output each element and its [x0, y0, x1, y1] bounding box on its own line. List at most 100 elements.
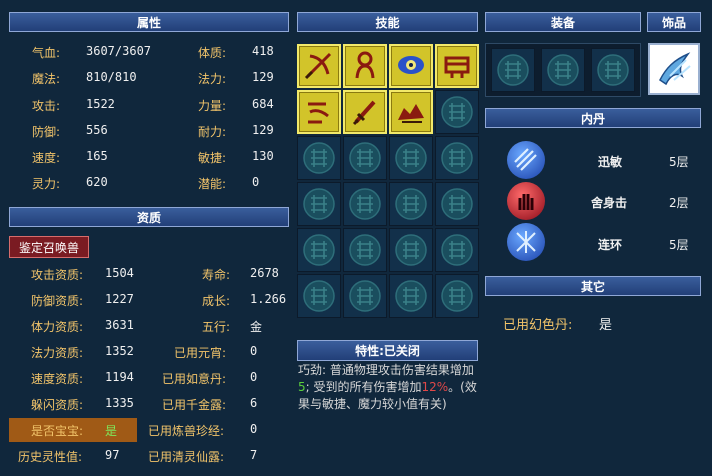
skill-slot-empty[interactable] — [389, 274, 433, 318]
trait-header[interactable]: 特性:已关闭 — [297, 340, 478, 361]
skill-slot-empty[interactable] — [389, 182, 433, 226]
trait-text-a: 巧劲: 普通物理攻击伤害结果增加 — [298, 363, 474, 377]
empty-slot-icon — [348, 279, 382, 313]
skill-slot-empty[interactable] — [435, 136, 479, 180]
aptitude-value: 0 — [250, 344, 258, 358]
attributes-header: 属性 — [9, 12, 289, 32]
aptitude-value: 7 — [250, 448, 258, 462]
skill-slot[interactable] — [297, 90, 341, 134]
other-header: 其它 — [485, 276, 701, 296]
trait-value-green: 5 — [298, 380, 306, 394]
trait-text-b: ; 受到的所有伤害增加 — [305, 380, 422, 394]
inner-dan-swift-icon[interactable] — [507, 141, 545, 179]
chest-skill-icon — [438, 46, 476, 87]
aptitude-value: 6 — [250, 396, 258, 410]
ornament-title: 饰品 — [661, 15, 686, 30]
empty-slot-icon — [394, 279, 428, 313]
attr-value: 3607/3607 — [86, 44, 152, 58]
inner-dan-level: 5层 — [669, 238, 689, 252]
ornament-claw-icon — [652, 46, 696, 93]
equipment-slot[interactable] — [541, 48, 585, 92]
empty-slot-icon — [302, 279, 336, 313]
attr-value: 684 — [252, 97, 274, 111]
attr-value: 130 — [252, 149, 274, 163]
aptitude-label: 防御资质: — [31, 294, 84, 308]
skill-slot[interactable] — [435, 44, 479, 88]
attributes-title: 属性 — [136, 15, 161, 30]
inner-dan-level: 2层 — [669, 196, 689, 210]
skill-slot-empty[interactable] — [343, 136, 387, 180]
skill-slot-empty[interactable] — [435, 228, 479, 272]
skill-slot-empty[interactable] — [343, 228, 387, 272]
empty-slot-icon — [440, 279, 474, 313]
equipment-title: 装备 — [550, 15, 575, 30]
attr-value: 165 — [86, 149, 108, 163]
skill-slot[interactable] — [343, 90, 387, 134]
empty-slot-icon — [440, 187, 474, 221]
skill-slot[interactable] — [297, 44, 341, 88]
attr-value: 129 — [252, 123, 274, 137]
monk-skill-icon — [346, 46, 384, 87]
ornament-header: 饰品 — [647, 12, 701, 32]
skill-slot-empty[interactable] — [389, 228, 433, 272]
aptitude-value: 0 — [250, 370, 258, 384]
skill-slot-empty[interactable] — [297, 136, 341, 180]
appraise-pet-button-label: 鉴定召唤兽 — [18, 240, 79, 255]
aptitude-label: 法力资质: — [31, 346, 84, 360]
empty-slot-icon — [440, 141, 474, 175]
aptitude-value: 1335 — [105, 396, 134, 410]
attr-label: 法力: — [198, 72, 227, 86]
empty-slot-icon — [348, 141, 382, 175]
attr-label: 体质: — [198, 46, 227, 60]
skill-slot-empty[interactable] — [435, 274, 479, 318]
attr-value: 0 — [252, 175, 260, 189]
sword-skill-icon — [346, 92, 384, 133]
inner-dan-combo-icon[interactable] — [507, 223, 545, 261]
empty-slot-icon — [440, 233, 474, 267]
aptitude-label: 躲闪资质: — [31, 398, 84, 412]
attr-label: 力量: — [198, 99, 227, 113]
skill-slot-empty[interactable] — [343, 182, 387, 226]
empty-slot-icon — [394, 141, 428, 175]
aptitude-value: 0 — [250, 422, 258, 436]
skill-slot-empty[interactable] — [297, 228, 341, 272]
is-baby-value: 是 — [105, 424, 118, 438]
other-label: 已用幻色丹: — [503, 318, 573, 333]
skill-slot[interactable] — [343, 44, 387, 88]
aptitude-label: 体力资质: — [31, 320, 84, 334]
skill-slot[interactable] — [389, 44, 433, 88]
attr-value: 129 — [252, 70, 274, 84]
attr-label: 防御: — [32, 125, 61, 139]
equipment-slot[interactable] — [491, 48, 535, 92]
aptitude-label: 已用如意丹: — [162, 372, 227, 386]
aptitude-title: 资质 — [136, 210, 161, 225]
skill-slot-empty[interactable] — [297, 182, 341, 226]
inner-dan-level: 5层 — [669, 155, 689, 169]
aptitude-label: 五行: — [202, 320, 231, 334]
appraise-pet-button[interactable]: 鉴定召唤兽 — [9, 236, 89, 258]
attr-label: 潜能: — [198, 177, 227, 191]
equipment-slot[interactable] — [591, 48, 635, 92]
equipment-header: 装备 — [485, 12, 641, 32]
skill-slot[interactable] — [389, 90, 433, 134]
aptitude-value: 3631 — [105, 318, 134, 332]
aptitude-label: 已用千金露: — [162, 398, 227, 412]
skill-slot-empty[interactable] — [297, 274, 341, 318]
attr-value: 418 — [252, 44, 274, 58]
skill-slot-empty[interactable] — [389, 136, 433, 180]
empty-slot-icon — [302, 141, 336, 175]
skill-slot-empty[interactable] — [343, 274, 387, 318]
aptitude-label: 成长: — [202, 294, 231, 308]
skill-slot-empty[interactable] — [435, 182, 479, 226]
inner-dan-sacrifice-icon[interactable] — [507, 182, 545, 220]
attr-label: 敏捷: — [198, 151, 227, 165]
aptitude-label: 是否宝宝: — [31, 424, 84, 438]
skill-slot-empty[interactable] — [435, 90, 479, 134]
bow-break-skill-icon — [300, 92, 338, 133]
aptitude-label: 速度资质: — [31, 372, 84, 386]
attr-value: 810/810 — [86, 70, 137, 84]
aptitude-label: 历史灵性值: — [18, 450, 83, 464]
empty-slot-icon — [546, 53, 580, 87]
aptitude-header: 资质 — [9, 207, 289, 227]
ornament-slot[interactable] — [648, 43, 700, 95]
